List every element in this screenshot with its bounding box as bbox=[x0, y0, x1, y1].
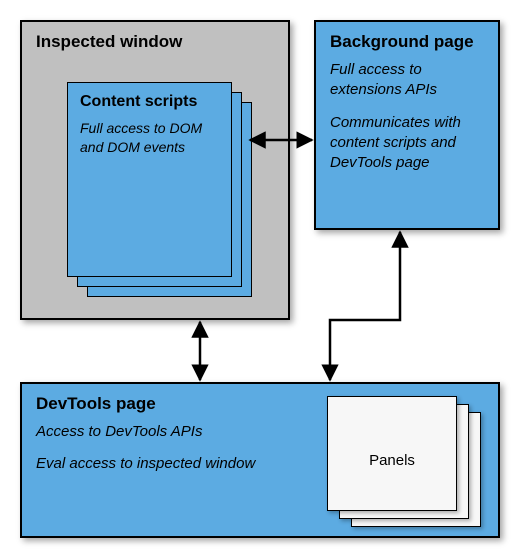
inspected-window-box: Inspected window Content scripts Full ac… bbox=[20, 20, 290, 320]
panels-box: Panels bbox=[327, 396, 457, 511]
devtools-page-desc: Access to DevTools APIs bbox=[36, 422, 296, 442]
panels-label: Panels bbox=[340, 452, 444, 469]
devtools-page-box: DevTools page Access to DevTools APIs Ev… bbox=[20, 382, 500, 538]
devtools-page-desc: Eval access to inspected window bbox=[36, 454, 296, 474]
content-scripts-desc: Full access to DOM and DOM events bbox=[80, 119, 219, 157]
panels-stack: Panels bbox=[327, 396, 487, 531]
content-scripts-title: Content scripts bbox=[80, 93, 219, 111]
inspected-window-title: Inspected window bbox=[36, 32, 274, 52]
arrow-background-devtools bbox=[330, 232, 400, 380]
content-scripts-box: Content scripts Full access to DOM and D… bbox=[67, 82, 232, 277]
background-page-box: Background page Full access to extension… bbox=[314, 20, 500, 230]
content-scripts-stack: Content scripts Full access to DOM and D… bbox=[67, 82, 262, 302]
background-page-desc: Communicates with content scripts and De… bbox=[330, 113, 480, 174]
background-page-title: Background page bbox=[330, 32, 484, 52]
background-page-desc: Full access to extensions APIs bbox=[330, 60, 480, 101]
